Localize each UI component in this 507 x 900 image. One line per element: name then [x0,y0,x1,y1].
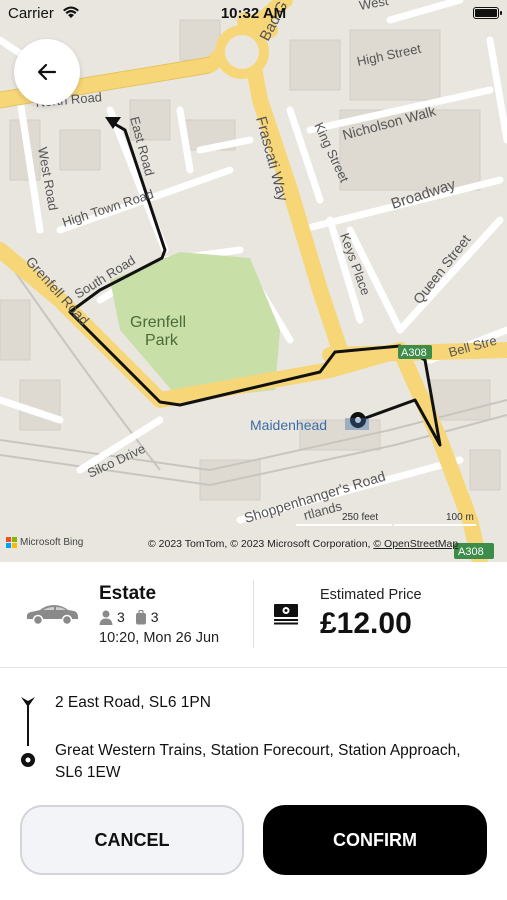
dropoff-marker-icon [21,753,35,767]
openstreetmap-link[interactable]: © OpenStreetMap [373,538,458,550]
passenger-count: 3 [117,609,125,625]
route-connector-line [27,706,29,746]
pickup-address: 2 East Road, SL6 1PN [55,694,211,711]
map-label-grenfell: Grenfell [130,314,186,331]
map-scale-feet: 250 feet [342,512,379,523]
microsoft-logo-icon [6,537,17,548]
map-label-queen-street: Queen Street [410,231,474,307]
arrow-left-icon [37,63,57,81]
luggage-count: 3 [150,609,159,625]
map-label-maidenhead: Maidenhead [250,417,327,433]
vehicle-capacity: 3 3 [99,609,169,625]
card-divider [253,580,254,648]
map-scale-bar-feet [296,524,392,526]
bing-logo: Microsoft Bing [6,537,83,548]
price-value: £12.00 [320,607,412,640]
vehicle-type-name: Estate [99,583,157,604]
status-time: 10:32 AM [220,5,287,22]
car-icon [26,605,78,626]
map-scale-meters: 100 m [446,512,474,523]
back-button[interactable] [14,39,80,105]
map-scale-bar-meters [394,524,476,526]
luggage-icon [135,609,146,624]
copyright-text: © 2023 TomTom, © 2023 Microsoft Corporat… [148,538,374,550]
passenger-icon [99,610,113,625]
map-label-high-town-road: High Town Road [60,186,155,230]
map-label-a308-bottom: A308 [458,546,484,558]
confirm-button[interactable]: CONFIRM [263,805,487,875]
dropoff-address: Great Western Trains, Station Forecourt,… [55,742,461,781]
cash-icon [274,604,298,625]
price-label: Estimated Price [320,587,422,603]
map-label-park: Park [145,332,179,349]
cancel-button[interactable]: CANCEL [20,805,244,875]
battery-icon [473,7,502,19]
pickup-time: 10:20, Mon 26 Jun [99,630,220,646]
status-bar: Carrier 10:32 AM [0,0,507,28]
bing-brand-text: Microsoft Bing [20,537,84,548]
map-copyright: © 2023 TomTom, © 2023 Microsoft Corporat… [148,538,458,550]
map-label-a308: A308 [401,347,427,359]
